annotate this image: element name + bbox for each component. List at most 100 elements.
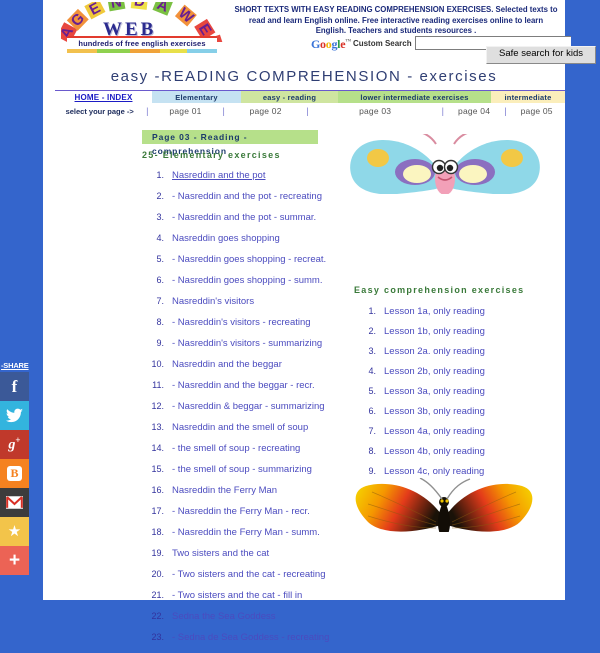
lesson-link[interactable]: Lesson 4b, only reading [384, 446, 485, 457]
home-index-label[interactable]: HOME - INDEX [75, 93, 133, 102]
share-gmail-button[interactable] [0, 488, 29, 517]
list-item: 5. - Nasreddin goes shopping - recreat. [142, 254, 367, 265]
exercise-link[interactable]: - Nasreddin goes shopping - summ. [172, 275, 323, 286]
exercise-link[interactable]: Nasreddin's visitors [172, 296, 254, 307]
navigation: HOME - INDEX Elementary easy - reading l… [55, 90, 565, 119]
item-number: 7. [368, 426, 376, 436]
tab-easy-reading[interactable]: easy - reading [241, 91, 338, 103]
exercise-link[interactable]: - Two sisters and the cat - recreating [172, 569, 325, 580]
exercise-link[interactable]: - Nasreddin's visitors - recreating [172, 317, 311, 328]
lesson-link[interactable]: Lesson 2b, only reading [384, 366, 485, 377]
exercise-link[interactable]: - Nasreddin and the pot - summar. [172, 212, 316, 223]
exercise-link[interactable]: Nasreddin goes shopping [172, 233, 280, 244]
tab-elementary[interactable]: Elementary [152, 91, 241, 103]
exercise-link[interactable]: - Nasreddin the Ferry Man - summ. [172, 527, 320, 538]
lesson-link[interactable]: Lesson 1b, only reading [384, 326, 485, 337]
list-item: 12. - Nasreddin & beggar - summarizing [142, 401, 367, 412]
list-item: 2. Lesson 1b, only reading [354, 326, 554, 337]
lesson-link[interactable]: Lesson 4c, only reading [384, 466, 484, 477]
exercise-link[interactable]: Sedna the Sea Goddess [172, 611, 276, 622]
exercise-link[interactable]: - the smell of soup - summarizing [172, 464, 312, 475]
item-number: 4. [156, 233, 164, 243]
page-cell-3: | page 03 [304, 106, 439, 116]
list-item: 13. Nasreddin and the smell of soup [142, 422, 367, 433]
share-blogger-button[interactable]: B [0, 459, 29, 488]
item-number: 15. [151, 464, 164, 474]
list-item: 4. Nasreddin goes shopping [142, 233, 367, 244]
item-number: 1. [156, 170, 164, 180]
list-item: 22. Sedna the Sea Goddess [142, 611, 367, 622]
item-number: 8. [156, 317, 164, 327]
share-twitter-button[interactable] [0, 401, 29, 430]
item-number: 3. [156, 212, 164, 222]
gmail-envelope-icon [6, 496, 23, 509]
exercise-link[interactable]: Nasreddin and the pot [172, 170, 265, 181]
list-item: 9. Lesson 4c, only reading [354, 466, 554, 477]
page-cell-4: | page 04 [440, 106, 503, 116]
exercise-link[interactable]: Nasreddin and the smell of soup [172, 422, 308, 433]
tab-lower-intermediate[interactable]: lower intermediate exercises [338, 91, 491, 103]
page-link-03[interactable]: page 03 [310, 106, 439, 116]
exercise-link[interactable]: - Two sisters and the cat - fill in [172, 590, 302, 601]
lesson-link[interactable]: Lesson 4a, only reading [384, 426, 485, 437]
page-link-04[interactable]: page 04 [446, 106, 503, 116]
list-item: 5. Lesson 3a, only reading [354, 386, 554, 397]
tagline-line-1: SHORT TEXTS WITH EASY READING COMPREHENS… [234, 5, 558, 14]
tagline-line-2: read and learn English online. Free inte… [248, 15, 544, 25]
item-number: 3. [368, 346, 376, 356]
butterfly-cartoon-image [345, 134, 545, 212]
item-number: 6. [156, 275, 164, 285]
page-link-05[interactable]: page 05 [508, 106, 565, 116]
share-favorite-button[interactable]: ★ [0, 517, 29, 546]
blogger-icon: B [7, 466, 22, 481]
share-facebook-button[interactable]: f [0, 372, 29, 401]
item-number: 19. [151, 548, 164, 558]
share-label: -SHARE [1, 361, 29, 370]
exercise-link[interactable]: - Nasreddin goes shopping - recreat. [172, 254, 326, 265]
list-item: 8. - Nasreddin's visitors - recreating [142, 317, 367, 328]
lesson-link[interactable]: Lesson 3a, only reading [384, 386, 485, 397]
exercise-link[interactable]: Nasreddin the Ferry Man [172, 485, 277, 496]
plus-icon: + [8, 550, 21, 571]
lesson-link[interactable]: Lesson 2a. only reading [384, 346, 485, 357]
list-item: 3. Lesson 2a. only reading [354, 346, 554, 357]
lesson-link[interactable]: Lesson 3b, only reading [384, 406, 485, 417]
exercise-link[interactable]: Nasreddin and the beggar [172, 359, 282, 370]
elementary-exercises-column: 25- Elementary exercises 1. Nasreddin and… [142, 150, 367, 653]
exercise-link[interactable]: Two sisters and the cat [172, 548, 269, 559]
exercise-link[interactable]: - Nasreddin the Ferry Man - recr. [172, 506, 310, 517]
exercise-link[interactable]: - Sedna de Sea Goddess - recreating [172, 632, 329, 643]
item-number: 5. [368, 386, 376, 396]
right-column-heading: Easy comprehension exercises [354, 285, 525, 295]
item-number: 9. [368, 466, 376, 476]
list-item: 23. - Sedna de Sea Goddess - recreating [142, 632, 367, 643]
list-item: 9. - Nasreddin's visitors - summarizing [142, 338, 367, 349]
exercise-link[interactable]: - Nasreddin's visitors - summarizing [172, 338, 322, 349]
page-link-01[interactable]: page 01 [150, 106, 220, 116]
logo-color-bar [67, 49, 217, 53]
list-item: 10. Nasreddin and the beggar [142, 359, 367, 370]
star-icon: ★ [7, 523, 22, 540]
item-number: 9. [156, 338, 164, 348]
list-item: 6. - Nasreddin goes shopping - summ. [142, 275, 367, 286]
site-logo[interactable]: A G E N A W E WEB hundreds of free engli… [61, 2, 223, 54]
safe-search-button[interactable]: Safe search for kids [486, 46, 596, 64]
header-tagline: SHORT TEXTS WITH EASY READING COMPREHENS… [231, 5, 561, 37]
list-item: 20. - Two sisters and the cat - recreatin… [142, 569, 367, 580]
item-number: 22. [151, 611, 164, 621]
share-more-button[interactable]: + [0, 546, 29, 575]
item-number: 14. [151, 443, 164, 453]
lesson-link[interactable]: Lesson 1a, only reading [384, 306, 485, 317]
tab-intermediate[interactable]: intermediate [491, 91, 565, 103]
item-number: 13. [151, 422, 164, 432]
item-number: 8. [368, 446, 376, 456]
home-index-link[interactable]: HOME - INDEX [55, 91, 152, 103]
exercise-link[interactable]: - Nasreddin & beggar - summarizing [172, 401, 325, 412]
share-google-plus-button[interactable]: g+ [0, 430, 29, 459]
exercise-link[interactable]: - the smell of soup - recreating [172, 443, 300, 454]
page-link-02[interactable]: page 02 [227, 106, 305, 116]
exercise-link[interactable]: - Nasreddin and the pot - recreating [172, 191, 322, 202]
exercise-link[interactable]: - Nasreddin and the beggar - recr. [172, 380, 315, 391]
page-title: easy -READING COMPREHENSION - exercises [110, 68, 498, 85]
tab-row: HOME - INDEX Elementary easy - reading l… [55, 91, 565, 103]
